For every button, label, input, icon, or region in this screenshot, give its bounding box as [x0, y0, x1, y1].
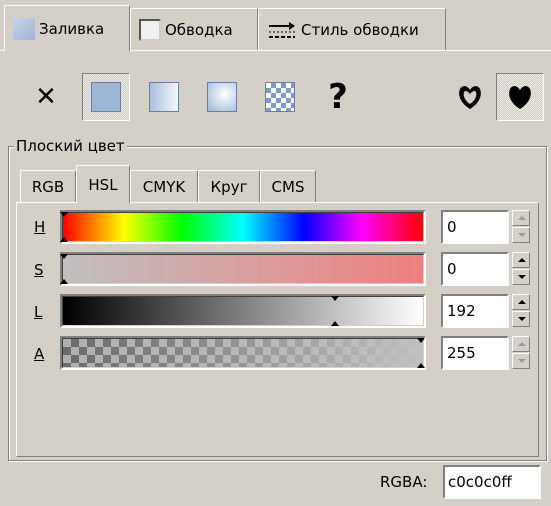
lightness-slider[interactable] — [60, 294, 426, 328]
alpha-spinner[interactable] — [512, 336, 530, 370]
no-paint-button[interactable]: ✕ — [22, 73, 70, 121]
alpha-label: A — [34, 345, 45, 363]
tab-stroke-style-label: Стиль обводки — [301, 20, 419, 39]
hue-input[interactable]: 0 — [441, 210, 509, 244]
tab-cmyk[interactable]: CMYK — [130, 170, 198, 202]
alpha-input[interactable]: 255 — [441, 336, 509, 370]
stroke-style-icon — [267, 19, 297, 41]
rgba-label: RGBA: — [380, 473, 428, 491]
nonzero-icon — [509, 86, 531, 109]
tab-fill-label: Заливка — [39, 19, 105, 38]
stroke-paint-icon — [139, 18, 161, 41]
alpha-decrement-button[interactable] — [512, 353, 530, 369]
tab-rgb[interactable]: RGB — [20, 170, 76, 202]
lightness-input[interactable]: 192 — [441, 294, 509, 328]
tab-stroke-paint-label: Обводка — [165, 20, 233, 39]
alpha-marker-bottom — [417, 363, 425, 368]
lightness-label: L — [34, 303, 43, 321]
saturation-increment-button[interactable] — [512, 252, 530, 268]
saturation-label: S — [34, 261, 44, 279]
flat-color-icon — [91, 82, 121, 112]
alpha-marker-top — [417, 338, 425, 343]
tab-cms[interactable]: CMS — [260, 170, 316, 202]
saturation-decrement-button[interactable] — [512, 269, 530, 285]
hue-gradient — [60, 212, 424, 242]
saturation-marker-bottom — [60, 279, 68, 284]
fill-rule-nonzero-button[interactable] — [496, 73, 544, 121]
hue-marker-bottom — [60, 237, 68, 242]
alpha-slider[interactable] — [60, 336, 426, 370]
rgba-input[interactable]: c0c0c0ff — [443, 465, 541, 499]
radial-gradient-button[interactable] — [198, 73, 246, 121]
evenodd-icon — [459, 86, 481, 109]
hue-slider[interactable] — [60, 210, 426, 244]
fill-rule-evenodd-button[interactable] — [446, 73, 494, 121]
tab-stroke-paint[interactable]: Обводка — [130, 8, 258, 50]
hue-spinner[interactable] — [512, 210, 530, 244]
pattern-icon — [265, 82, 295, 112]
lightness-spinner[interactable] — [512, 294, 530, 328]
unset-icon: ? — [328, 77, 348, 117]
alpha-gradient — [62, 338, 425, 368]
hue-label: H — [34, 218, 46, 236]
lightness-marker-top — [331, 296, 339, 301]
saturation-marker-top — [60, 254, 68, 259]
alpha-increment-button[interactable] — [512, 336, 530, 352]
lightness-marker-bottom — [331, 321, 339, 326]
tab-stroke-style[interactable]: Стиль обводки — [258, 8, 446, 50]
saturation-slider[interactable] — [60, 252, 426, 286]
no-paint-icon: ✕ — [35, 82, 57, 112]
saturation-spinner[interactable] — [512, 252, 530, 286]
tab-wheel[interactable]: Круг — [198, 170, 260, 202]
radial-gradient-icon — [207, 82, 237, 112]
group-label: Плоский цвет — [14, 137, 127, 155]
pattern-button[interactable] — [256, 73, 304, 121]
fill-icon — [13, 17, 35, 40]
linear-gradient-button[interactable] — [140, 73, 188, 121]
unset-paint-button[interactable]: ? — [314, 73, 362, 121]
saturation-input[interactable]: 0 — [441, 252, 509, 286]
hue-marker-top — [60, 212, 68, 217]
tab-fill[interactable]: Заливка — [4, 5, 130, 51]
tab-hsl[interactable]: HSL — [76, 165, 130, 203]
hue-decrement-button[interactable] — [512, 227, 530, 243]
lightness-increment-button[interactable] — [512, 294, 530, 310]
lightness-gradient — [62, 296, 424, 326]
lightness-decrement-button[interactable] — [512, 311, 530, 327]
linear-gradient-icon — [149, 82, 179, 112]
flat-color-button[interactable] — [82, 73, 130, 121]
saturation-gradient — [60, 254, 424, 284]
hue-increment-button[interactable] — [512, 210, 530, 226]
